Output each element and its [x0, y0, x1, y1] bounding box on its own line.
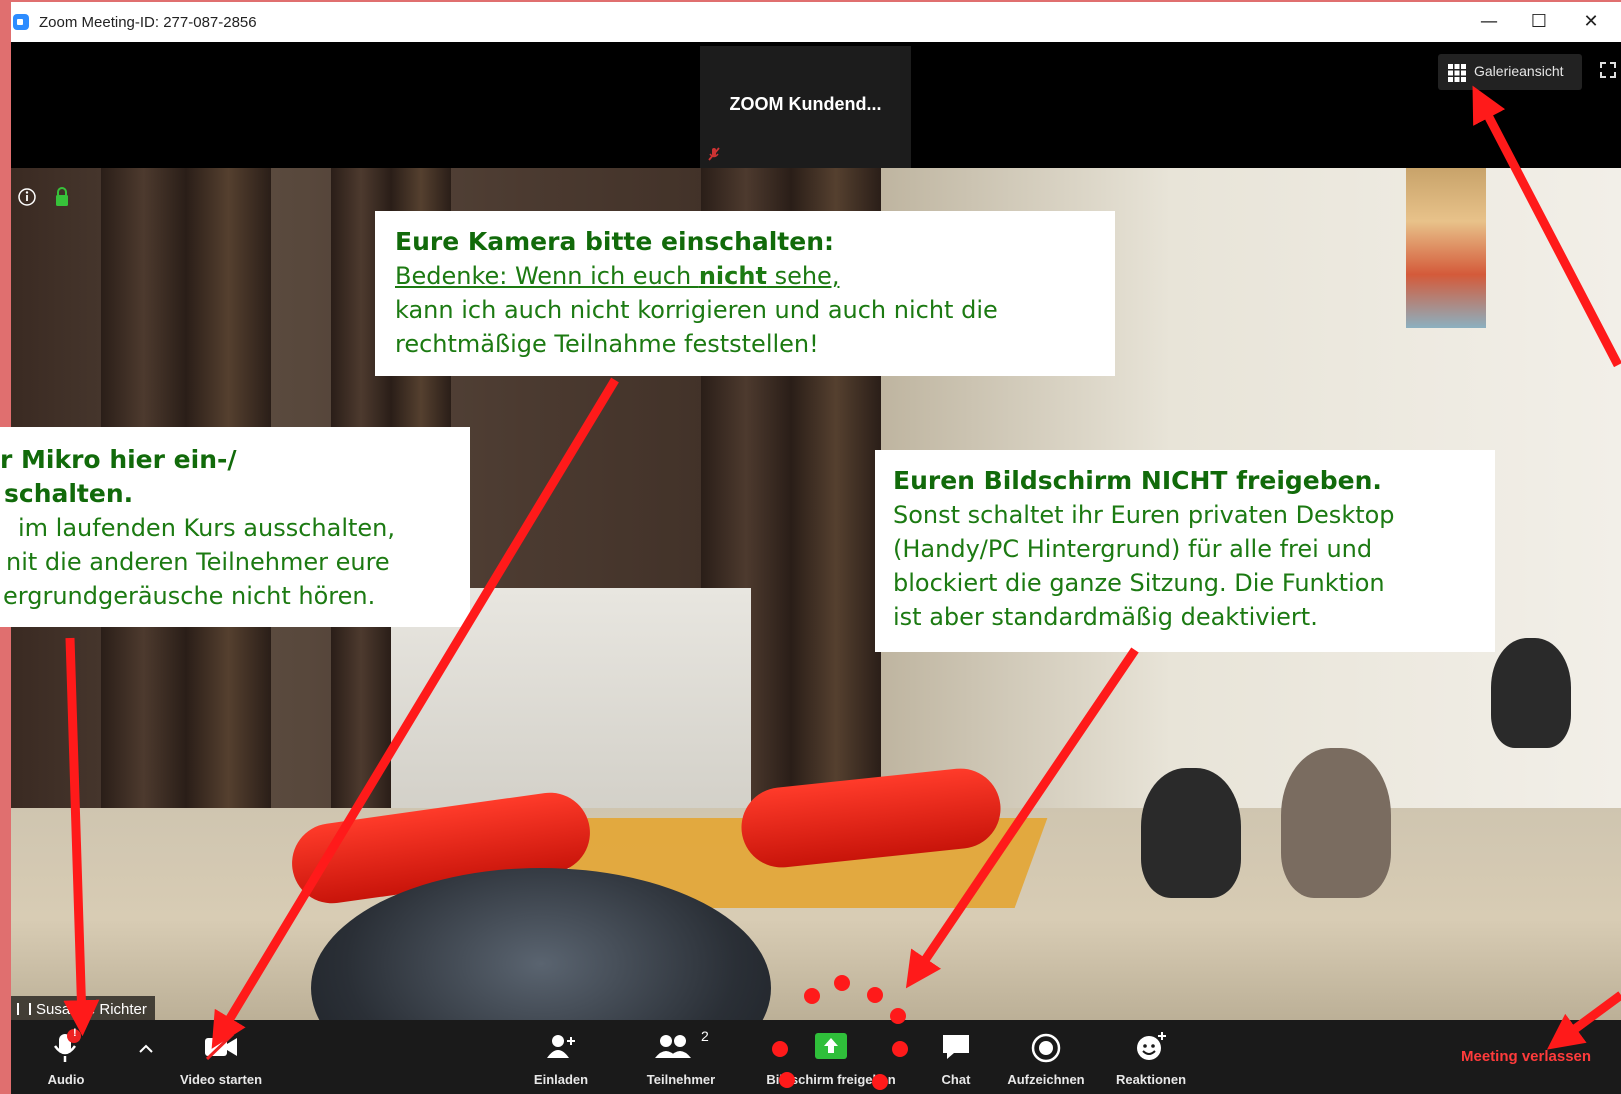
- close-button[interactable]: ✕: [1571, 8, 1611, 36]
- add-user-icon: [547, 1035, 575, 1058]
- participant-name: ZOOM Kundend...: [729, 94, 882, 114]
- video-statue: [1141, 768, 1241, 898]
- camera-annotation-suffix: sehe,: [766, 262, 840, 290]
- grid-icon: [1448, 64, 1466, 82]
- invite-label: Einladen: [533, 1072, 589, 1087]
- muted-mic-icon: [708, 147, 720, 161]
- mic-annotation-heading2: schalten.: [4, 479, 134, 508]
- video-painting: [1406, 168, 1486, 328]
- chat-button[interactable]: Chat: [926, 1020, 986, 1094]
- chat-icon: [943, 1035, 969, 1059]
- active-speaker-name: Susanne Richter: [36, 1001, 147, 1018]
- camera-annotation-prefix: Bedenke: Wenn ich euch: [395, 262, 699, 290]
- audio-warning-badge: !: [73, 1027, 77, 1039]
- video-statue: [1281, 748, 1391, 898]
- mic-annotation-heading1: r Mikro hier ein-/: [0, 445, 237, 474]
- reactions-label: Reaktionen: [1115, 1072, 1187, 1087]
- meeting-toolbar: ! Audio Video starten Einladen 2 Teilneh…: [11, 1020, 1621, 1094]
- participants-icon: [655, 1035, 691, 1058]
- participant-tile[interactable]: ZOOM Kundend...: [700, 46, 911, 168]
- info-icon[interactable]: [18, 188, 36, 206]
- microphone-icon: [53, 1029, 81, 1062]
- record-icon: [1031, 1033, 1061, 1063]
- mic-annotation-line2: nit die anderen Teilnehmer eure: [6, 548, 390, 576]
- video-off-icon: [205, 1034, 237, 1060]
- participants-button[interactable]: 2 Teilnehmer: [631, 1020, 731, 1094]
- chevron-up-icon: [139, 1044, 153, 1053]
- screen-annotation-line3: blockiert die ganze Sitzung. Die Funktio…: [893, 569, 1385, 597]
- camera-annotation-line3: rechtmäßige Teilnahme feststellen!: [395, 330, 819, 358]
- screen-annotation-line2: (Handy/PC Hintergrund) für alle frei und: [893, 535, 1373, 563]
- zoom-logo-icon: [13, 14, 29, 30]
- camera-annotation-heading: Eure Kamera bitte einschalten:: [395, 227, 835, 256]
- mic-annotation-line1: im laufenden Kurs ausschalten,: [18, 514, 396, 542]
- reactions-icon: [1137, 1032, 1166, 1060]
- record-label: Aufzeichnen: [1007, 1072, 1085, 1087]
- leave-meeting-button[interactable]: Meeting verlassen: [1461, 1048, 1591, 1065]
- mic-annotation-line3: ergrundgeräusche nicht hören.: [3, 582, 376, 610]
- screen-annotation-line4: ist aber standardmäßig deaktiviert.: [893, 603, 1318, 631]
- audio-button[interactable]: ! Audio: [31, 1020, 101, 1094]
- window-title: Zoom Meeting-ID: 277-087-2856: [39, 14, 257, 31]
- minimize-button[interactable]: —: [1469, 8, 1509, 36]
- share-screen-icon: [815, 1033, 847, 1059]
- invite-button[interactable]: Einladen: [521, 1020, 601, 1094]
- camera-annotation: Eure Kamera bitte einschalten: Bedenke: …: [375, 211, 1115, 376]
- meeting-info-icons: [18, 187, 68, 206]
- camera-annotation-line2: kann ich auch nicht korrigieren und auch…: [395, 296, 998, 324]
- fullscreen-icon[interactable]: [1600, 62, 1616, 78]
- lock-icon[interactable]: [56, 187, 68, 206]
- chat-label: Chat: [941, 1072, 971, 1087]
- record-button[interactable]: Aufzeichnen: [996, 1020, 1096, 1094]
- signal-icon: [17, 1003, 31, 1015]
- start-video-button[interactable]: Video starten: [161, 1020, 281, 1094]
- screen-annotation-line1: Sonst schaltet ihr Euren privaten Deskto…: [893, 501, 1395, 529]
- share-screen-label: Bildschirm freigeben: [766, 1072, 896, 1087]
- reactions-button[interactable]: Reaktionen: [1101, 1020, 1201, 1094]
- video-statue: [1491, 638, 1571, 748]
- participants-label: Teilnehmer: [646, 1072, 716, 1087]
- screen-annotation-heading: Euren Bildschirm NICHT freigeben.: [893, 466, 1382, 495]
- screen-annotation: Euren Bildschirm NICHT freigeben. Sonst …: [875, 450, 1495, 652]
- mic-annotation: r Mikro hier ein-/ schalten. im laufende…: [0, 427, 470, 627]
- gallery-view-button[interactable]: Galerieansicht: [1438, 54, 1582, 90]
- audio-label: Audio: [47, 1072, 85, 1087]
- participants-count: 2: [701, 1028, 709, 1044]
- title-bar: Zoom Meeting-ID: 277-087-2856 — ☐ ✕: [11, 2, 1621, 42]
- maximize-button[interactable]: ☐: [1519, 8, 1559, 36]
- camera-annotation-bold: nicht: [698, 262, 767, 290]
- start-video-label: Video starten: [179, 1072, 263, 1087]
- audio-options-chevron[interactable]: [131, 1020, 161, 1094]
- share-screen-button[interactable]: Bildschirm freigeben: [756, 1020, 906, 1094]
- gallery-view-label: Galerieansicht: [1474, 63, 1564, 79]
